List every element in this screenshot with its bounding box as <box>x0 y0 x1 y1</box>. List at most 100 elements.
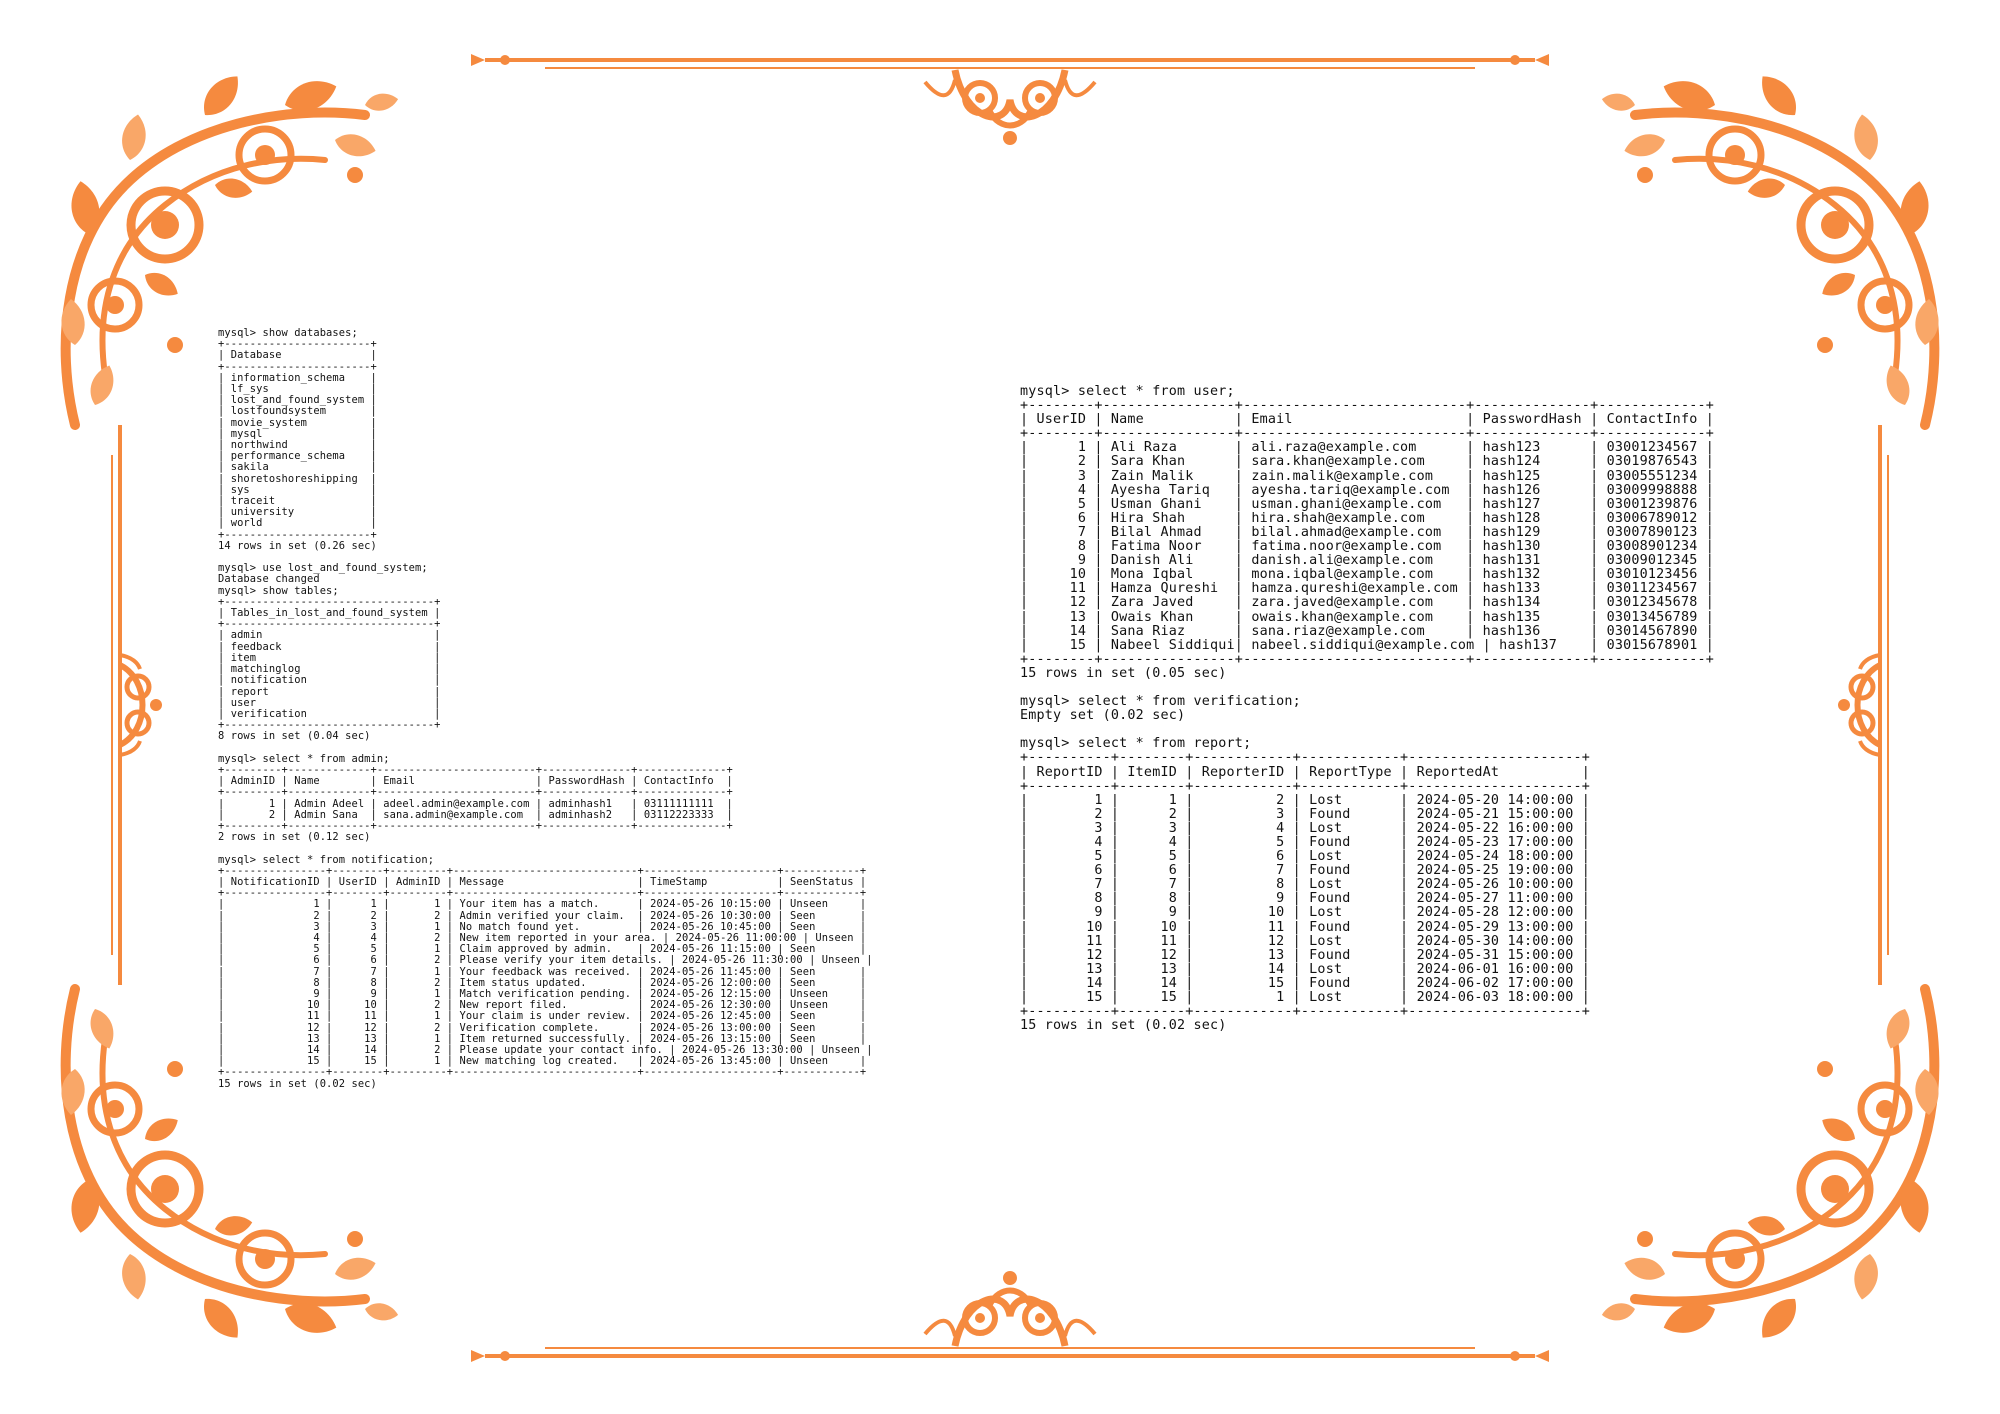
terminal-line: | 5 | 5 | 1 | Claim approved by admin. |… <box>218 943 867 956</box>
terminal-line: | northwind | <box>218 439 377 452</box>
terminal-line: | 10 | Mona Iqbal | mona.iqbal@example.c… <box>1020 567 1714 583</box>
terminal-line: | information_schema | <box>218 371 377 384</box>
terminal-line: | movie_system | <box>218 416 377 429</box>
terminal-line: | 11 | Hamza Qureshi | hamza.qureshi@exa… <box>1020 581 1714 597</box>
terminal-line: | mysql | <box>218 427 377 440</box>
terminal-line: 15 rows in set (0.02 sec) <box>218 1077 377 1090</box>
terminal-line: +----------------+--------+---------+---… <box>218 864 867 877</box>
terminal-line: 15 rows in set (0.02 sec) <box>1020 1018 1227 1034</box>
terminal-line: +---------+-------------+---------------… <box>218 819 733 832</box>
terminal-line: | world | <box>218 517 377 530</box>
left-terminal-output: mysql> show databases; +----------------… <box>218 327 873 1090</box>
terminal-line: +---------------------------------+ <box>218 719 441 732</box>
terminal-line: +-----------------------+ <box>218 338 377 351</box>
terminal-line: mysql> select * from notification; <box>218 853 435 866</box>
bottom-divider-ornament-icon <box>471 1271 1549 1362</box>
terminal-line: | university | <box>218 506 377 519</box>
terminal-line: | 13 | 13 | 1 | Item returned successful… <box>218 1032 867 1045</box>
terminal-line: | 10 | 10 | 11 | Found | 2024-05-29 13:0… <box>1020 919 1591 935</box>
terminal-line: | 5 | 5 | 6 | Lost | 2024-05-24 18:00:00… <box>1020 849 1591 865</box>
terminal-line: +--------+----------------+-------------… <box>1020 651 1714 667</box>
terminal-line: | 14 | 14 | 15 | Found | 2024-06-02 17:0… <box>1020 975 1591 991</box>
side-ornament-right-icon <box>1838 425 1888 985</box>
side-ornament-left-icon <box>112 425 162 985</box>
terminal-line: | 12 | 12 | 13 | Found | 2024-05-31 15:0… <box>1020 947 1591 963</box>
terminal-line: mysql> select * from admin; <box>218 752 390 765</box>
terminal-line: | 11 | 11 | 1 | Your claim is under revi… <box>218 1010 867 1023</box>
terminal-line: Database changed <box>218 573 320 586</box>
terminal-line: +---------------------------------+ <box>218 618 441 631</box>
terminal-line: | 1 | Admin Adeel | adeel.admin@example.… <box>218 797 733 810</box>
terminal-line: +-----------------------+ <box>218 360 377 373</box>
terminal-line: +---------+-------------+---------------… <box>218 786 733 799</box>
terminal-line: | ReportID | ItemID | ReporterID | Repor… <box>1020 764 1591 780</box>
terminal-line: | 6 | 6 | 7 | Found | 2024-05-25 19:00:0… <box>1020 863 1591 879</box>
terminal-line: | 10 | 10 | 2 | New report filed. | 2024… <box>218 999 867 1012</box>
terminal-line: | 2 | Admin Sana | sana.admin@example.co… <box>218 808 733 821</box>
terminal-line: | 9 | 9 | 1 | Match verification pending… <box>218 987 867 1000</box>
terminal-line: | 15 | 15 | 1 | Lost | 2024-06-03 18:00:… <box>1020 990 1591 1006</box>
terminal-line: | 4 | 4 | 5 | Found | 2024-05-23 17:00:0… <box>1020 835 1591 850</box>
terminal-line: | 6 | 6 | 2 | Please verify your item de… <box>218 954 873 967</box>
terminal-line: | 15 | Nabeel Siddiqui| nabeel.siddiqui@… <box>1020 637 1714 653</box>
terminal-line: | 7 | 7 | 1 | Your feedback was received… <box>218 965 867 978</box>
terminal-line: +----------+--------+------------+------… <box>1020 1004 1591 1020</box>
terminal-line: | lf_sys | <box>218 383 377 396</box>
terminal-line: | 14 | 14 | 2 | Please update your conta… <box>218 1044 873 1056</box>
terminal-line: | item | <box>218 651 441 664</box>
terminal-line: | 1 | 1 | 2 | Lost | 2024-05-20 14:00:00… <box>1020 792 1591 808</box>
terminal-line: | feedback | <box>218 640 441 653</box>
terminal-line: +----------+--------+------------+------… <box>1020 778 1591 794</box>
terminal-line: +----------------+--------+---------+---… <box>218 1066 867 1079</box>
corner-ornament-bottom-right-icon <box>1600 989 1940 1346</box>
terminal-line: | 4 | Ayesha Tariq | ayesha.tariq@exampl… <box>1020 482 1714 498</box>
terminal-line: | matchinglog | <box>218 663 441 676</box>
terminal-line: | 6 | Hira Shah | hira.shah@example.com … <box>1020 510 1714 526</box>
terminal-line: | Tables_in_lost_and_found_system | <box>218 607 441 620</box>
terminal-line: | 1 | Ali Raza | ali.raza@example.com | … <box>1020 440 1714 456</box>
terminal-line: +---------+-------------+---------------… <box>218 763 733 776</box>
terminal-line: | Database | <box>218 349 377 362</box>
terminal-line: | 9 | 9 | 10 | Lost | 2024-05-28 12:00:0… <box>1020 905 1591 921</box>
terminal-line: mysql> select * from report; <box>1020 736 1252 752</box>
terminal-line: | notification | <box>218 674 441 687</box>
terminal-line: | 9 | Danish Ali | danish.ali@example.co… <box>1020 553 1714 569</box>
terminal-line: | verification | <box>218 707 441 720</box>
terminal-line: | 8 | 8 | 2 | Item status updated. | 202… <box>218 976 867 989</box>
terminal-line: | 2 | Sara Khan | sara.khan@example.com … <box>1020 454 1714 470</box>
terminal-line: | sakila | <box>218 461 377 474</box>
terminal-line: | AdminID | Name | Email | PasswordHash … <box>218 775 733 788</box>
terminal-line: | 14 | Sana Riaz | sana.riaz@example.com… <box>1020 623 1714 639</box>
terminal-line: | 3 | Zain Malik | zain.malik@example.co… <box>1020 468 1714 484</box>
terminal-line: +---------------------------------+ <box>218 595 441 608</box>
terminal-line: | lost_and_found_system | <box>218 394 377 407</box>
terminal-line: | 15 | 15 | 1 | New matching log created… <box>218 1055 867 1068</box>
terminal-line: mysql> show databases; <box>218 327 358 339</box>
terminal-line: | 5 | Usman Ghani | usman.ghani@example.… <box>1020 496 1714 512</box>
terminal-line: | 8 | 8 | 9 | Found | 2024-05-27 11:00:0… <box>1020 891 1591 907</box>
terminal-line: +----------+--------+------------+------… <box>1020 750 1591 766</box>
terminal-line: | 2 | 2 | 3 | Found | 2024-05-21 15:00:0… <box>1020 806 1591 822</box>
terminal-line: | sys | <box>218 483 377 496</box>
terminal-line: | shoretoshoreshipping | <box>218 472 377 485</box>
terminal-line: | 8 | Fatima Noor | fatima.noor@example.… <box>1020 539 1714 555</box>
terminal-line: | 13 | Owais Khan | owais.khan@example.c… <box>1020 609 1714 625</box>
terminal-line: | performance_schema | <box>218 450 377 463</box>
terminal-line: | admin | <box>218 629 441 642</box>
terminal-line: +----------------+--------+---------+---… <box>218 887 867 900</box>
terminal-line: mysql> show tables; <box>218 584 339 597</box>
terminal-line: 14 rows in set (0.26 sec) <box>218 539 377 552</box>
terminal-line: | user | <box>218 696 441 709</box>
terminal-line: mysql> select * from user; <box>1020 384 1235 399</box>
terminal-line: | 11 | 11 | 12 | Lost | 2024-05-30 14:00… <box>1020 933 1591 949</box>
corner-ornament-top-right-icon <box>1600 68 1940 425</box>
terminal-line: mysql> select * from verification; <box>1020 694 1301 710</box>
terminal-line: | 1 | 1 | 1 | Your item has a match. | 2… <box>218 898 867 911</box>
terminal-line: | 7 | 7 | 8 | Lost | 2024-05-26 10:00:00… <box>1020 877 1591 893</box>
terminal-line: | 7 | Bilal Ahmad | bilal.ahmad@example.… <box>1020 524 1714 540</box>
terminal-line: 8 rows in set (0.04 sec) <box>218 730 371 743</box>
terminal-line: 2 rows in set (0.12 sec) <box>218 831 371 844</box>
terminal-line: | 2 | 2 | 2 | Admin verified your claim.… <box>218 909 867 922</box>
right-terminal-output: mysql> select * from user; +--------+---… <box>1020 384 1714 1034</box>
terminal-line: | traceit | <box>218 495 377 508</box>
